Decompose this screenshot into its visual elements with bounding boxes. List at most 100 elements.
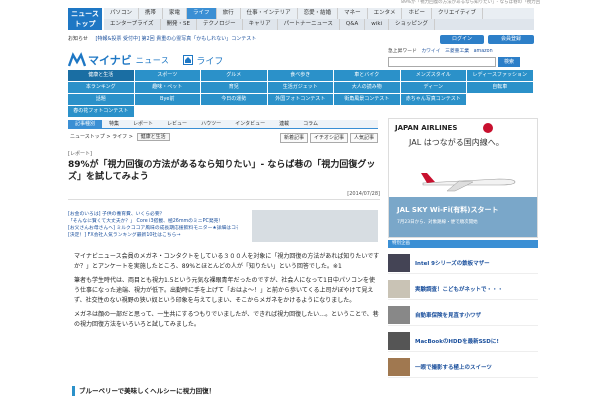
crumb-separator: > — [106, 134, 111, 140]
nav-item[interactable]: 仕事・インテリア — [241, 8, 298, 19]
brand-name[interactable]: マイナビ — [88, 52, 132, 68]
nav-item[interactable]: ショッピング — [389, 19, 436, 30]
tab-interview[interactable]: インタビュー — [228, 120, 272, 128]
category-item[interactable]: 健康と生活 — [68, 70, 134, 81]
crumb-home[interactable]: ニューストップ — [70, 134, 105, 140]
category-item[interactable]: 自転車 — [467, 82, 533, 93]
category-item[interactable]: 赤ちゃん写真コンテスト — [400, 94, 466, 105]
article-header: [レポート] 89%が「視力回復の方法があるなら知りたい」- ならば巷の「視力回… — [68, 150, 380, 200]
nav-item[interactable]: 携帯 — [139, 8, 164, 19]
category-row: 春の花フォトコンテスト — [68, 106, 534, 117]
crumb-tag[interactable]: 健康と生活 — [136, 133, 170, 141]
category-item[interactable]: メンズスタイル — [400, 70, 466, 81]
category-grid: 健康と生活 スポーツ グルメ 食べ歩き 車とバイク メンズスタイル レディースフ… — [68, 70, 534, 118]
list-item[interactable]: MacBookのHDDを最新SSDに! — [388, 330, 538, 352]
register-button[interactable]: 会員登録 — [488, 35, 534, 44]
list-item-title: 自動車保険を見直す小ワザ — [415, 312, 482, 319]
tab-label: 記事種別 — [68, 120, 103, 128]
nav-item[interactable]: キャリア — [243, 19, 278, 30]
sweets-thumbnail-icon — [388, 357, 410, 376]
nav-item[interactable]: マネー — [338, 8, 368, 19]
nav-item[interactable]: クリエイティブ — [432, 8, 484, 19]
nav-item[interactable]: エンタープライズ — [104, 19, 161, 30]
category-item[interactable]: 生活ガジェット — [267, 82, 333, 93]
nav-item[interactable]: Q&A — [340, 19, 366, 30]
crumb-section[interactable]: ライフ — [112, 134, 127, 140]
mynavi-logo-icon[interactable] — [67, 52, 87, 68]
category-item[interactable]: グルメ — [201, 70, 267, 81]
list-item-title: MacBookのHDDを最新SSDに! — [415, 338, 499, 345]
nav-item[interactable]: エンタメ — [368, 8, 403, 19]
jal-wifi-title: JAL SKY Wi-Fi(有料)スタート — [397, 206, 499, 214]
top-nav: パソコン 携帯 家電 ライフ 旅行 仕事・インテリア 恋愛・結婚 マネー エンタ… — [104, 8, 534, 30]
category-item[interactable]: 外国フォトコンテスト — [267, 94, 333, 105]
category-item[interactable]: 春の花フォトコンテスト — [68, 106, 134, 117]
article-paragraph: マイナビニュース会員のメガネ・コンタクトをしている３００人を対象に「視力回復の方… — [74, 253, 380, 270]
category-item[interactable]: Bye前 — [134, 94, 200, 105]
category-item[interactable]: レディースファッション — [467, 70, 533, 81]
article-title: 89%が「視力回復の方法があるなら知りたい」- ならば巷の「視力回復グッズ」を試… — [68, 160, 376, 182]
trending-keyword[interactable]: 三菱重工業 — [445, 49, 469, 54]
sort-buttons: 新着記事 イチオシ記事 人気記事 — [278, 133, 379, 143]
nav-item[interactable]: パソコン — [104, 8, 140, 19]
tab-feature[interactable]: 特集 — [102, 120, 126, 128]
nav-item[interactable]: 旅行 — [217, 8, 241, 19]
tab-report[interactable]: レポート — [126, 120, 160, 128]
jal-wifi-banner: JAL SKY Wi-Fi(有料)スタート 7月23日から、対象路線・便で順次開… — [389, 197, 537, 237]
tab-series[interactable]: 連載 — [272, 120, 296, 128]
jal-advertisement[interactable]: JAPAN AIRLINES JAL はつながる国内線へ。 JAL SKY Wi… — [388, 118, 538, 238]
nav-item[interactable]: ホビー — [402, 8, 432, 19]
login-button[interactable]: ログイン — [440, 35, 484, 44]
list-item[interactable]: 実験調査！こどもがネットで・・・ — [388, 278, 538, 300]
related-link[interactable]: [決定！] FX会社人気ランキング最新10社はこちら→ — [68, 232, 238, 239]
notice-link[interactable]: [特報&投票 受付中] 第2回 貴重の心霊写真「かもしれない」コンテスト — [96, 36, 257, 42]
category-item[interactable]: 趣味・ペット — [134, 82, 200, 93]
child-thumbnail-icon — [388, 279, 410, 298]
trending-label: 急上昇ワード — [388, 49, 417, 54]
trending-words: 急上昇ワード カワイイ 三菱重工業 amazon — [388, 47, 534, 54]
category-item[interactable]: 車とバイク — [334, 70, 400, 81]
category-item[interactable]: スポーツ — [134, 70, 200, 81]
jal-copy: JAL はつながる国内線へ。 — [409, 138, 504, 147]
small-ad-placeholder[interactable] — [252, 210, 378, 242]
category-item[interactable]: 食べ歩き — [267, 70, 333, 81]
related-link[interactable]: [お父さんお母さんへ] ミルクココア風味の成長期応援飲料モニター★詳細はコチラ☆ — [68, 225, 238, 232]
tab-howto[interactable]: ハウツー — [194, 120, 228, 128]
brand-header: マイナビ ニュース ライフ — [67, 50, 223, 70]
category-item[interactable]: 街角風景コンテスト — [334, 94, 400, 105]
list-item[interactable]: 一眼で撮影する極上のスイーツ — [388, 356, 538, 378]
search-button[interactable]: 検索 — [498, 57, 520, 67]
list-item[interactable]: 自動車保険を見直す小ワザ — [388, 304, 538, 326]
trending-keyword[interactable]: カワイイ — [421, 49, 440, 54]
list-item[interactable]: Intel 9シリーズの鉄板マザー — [388, 252, 538, 274]
life-section-link[interactable]: ライフ — [183, 54, 223, 67]
trending-keyword[interactable]: amazon — [474, 49, 493, 54]
popular-articles-button[interactable]: 人気記事 — [350, 133, 379, 143]
related-link[interactable]: 「そんなに賢くて大丈夫か？」 Core i3搭載、極26mmのミニPC発売！ — [68, 218, 238, 225]
search-row: 検索 — [388, 57, 534, 67]
related-link[interactable]: [お金のいろは] 子供の養育費、いくら必要？ — [68, 211, 238, 218]
nav-item[interactable]: wiki — [365, 19, 390, 30]
category-item[interactable]: 本ランキング — [68, 82, 134, 93]
jal-wifi-sub: 7月23日から、対象路線・便で順次開始 — [397, 220, 478, 225]
nav-item[interactable]: 開発・SE — [161, 19, 197, 30]
nav-row-1: パソコン 携帯 家電 ライフ 旅行 仕事・インテリア 恋愛・結婚 マネー エンタ… — [104, 8, 534, 19]
nav-item[interactable]: 恋愛・結婚 — [298, 8, 339, 19]
recommended-articles-button[interactable]: イチオシ記事 — [310, 133, 349, 143]
category-item[interactable]: 大人の読み物 — [334, 82, 400, 93]
category-item[interactable]: 育児 — [201, 82, 267, 93]
nav-item[interactable]: 家電 — [163, 8, 188, 19]
category-item[interactable]: 今日の運勢 — [201, 94, 267, 105]
notice-label: お知らせ — [68, 36, 88, 42]
tab-column[interactable]: コラム — [296, 120, 325, 128]
tab-review[interactable]: レビュー — [160, 120, 194, 128]
nav-item[interactable]: パートナーニュース — [278, 19, 340, 30]
nav-item[interactable]: テクノロジー — [197, 19, 243, 30]
category-item[interactable]: ディーン — [400, 82, 466, 93]
news-top-logo[interactable]: ニュース トップ — [68, 8, 102, 30]
search-input[interactable] — [388, 57, 496, 67]
new-articles-button[interactable]: 新着記事 — [280, 133, 309, 143]
nav-item-active[interactable]: ライフ — [187, 8, 217, 19]
category-item[interactable]: 話題 — [68, 94, 134, 105]
brand-news[interactable]: ニュース — [136, 55, 170, 66]
